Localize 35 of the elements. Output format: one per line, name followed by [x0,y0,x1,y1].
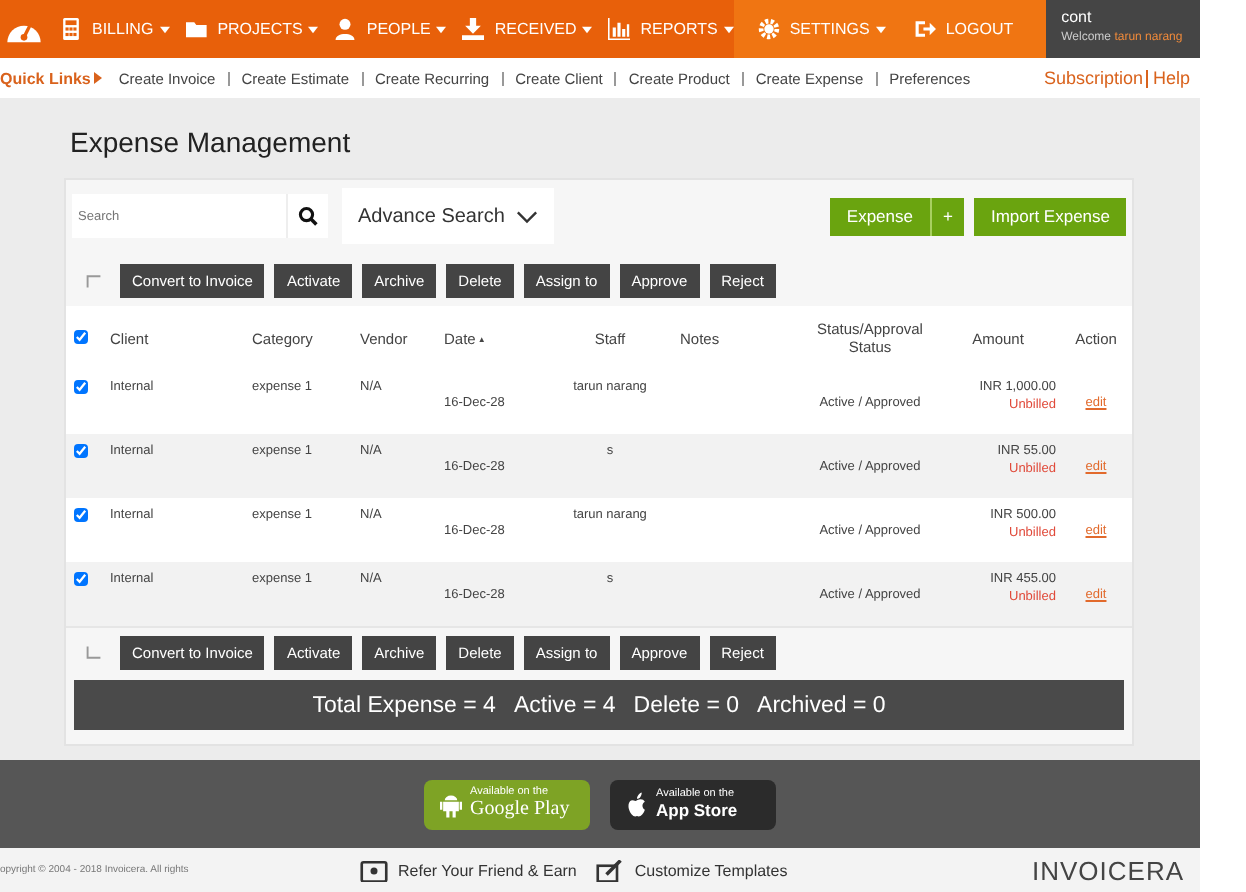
subscription-link[interactable]: Subscription [1043,68,1143,88]
chevron-down-icon [516,209,539,223]
folder-icon [185,18,208,40]
page-title: Expense Management [70,126,353,158]
total-summary: Archived = 0 [757,693,886,717]
calculator-icon [60,18,82,40]
bar-chart-icon [608,18,631,40]
download-icon [462,18,485,40]
refer-link[interactable]: Refer Your Friend & Earn [398,861,577,879]
logout-icon [913,18,936,40]
total-summary: Delete = 0 [633,693,740,717]
customize-link[interactable]: Customize Templates [634,861,788,879]
total-summary: Total Expense = 4 [312,693,496,717]
account-name: cont [1061,8,1094,26]
caret-icon [308,25,319,33]
gear-icon [757,18,780,40]
caret-icon [723,25,734,33]
row-checkbox[interactable] [74,572,88,586]
help-link[interactable]: Help [1152,68,1190,88]
row-checkbox[interactable] [74,444,88,458]
caret-icon [875,25,886,33]
total-summary: Active = 4 [513,693,616,717]
caret-icon [159,25,170,33]
search-icon[interactable] [286,194,328,238]
invoicera-logo: INVOICERA [1031,855,1184,885]
caret-icon [94,72,103,84]
row-checkbox[interactable] [74,508,88,522]
advance-search-dropdown[interactable]: Advance Search [342,188,555,244]
edit-icon [596,859,625,881]
person-icon [334,18,357,40]
caret-icon [436,25,447,33]
quick-links-label: Quick Links [0,69,91,87]
caret-icon [582,25,593,33]
select-all-checkbox[interactable] [74,329,88,343]
row-checkbox[interactable] [74,380,88,394]
